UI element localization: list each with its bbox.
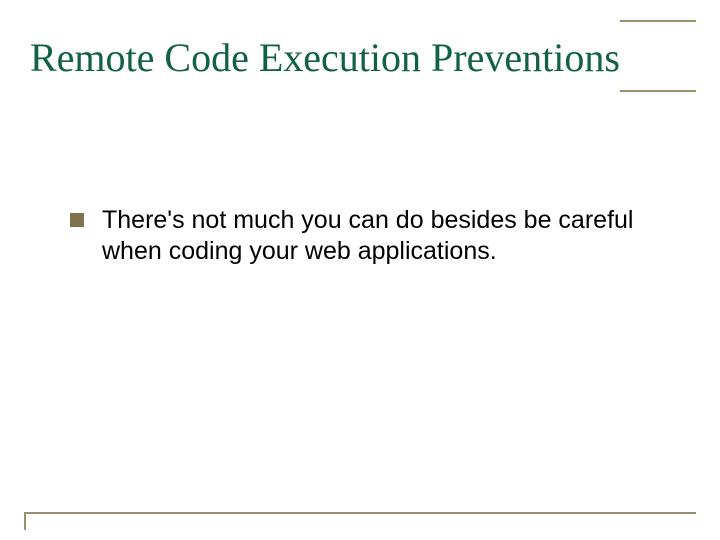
square-bullet-icon: [70, 213, 84, 227]
title-area: Remote Code Execution Preventions: [24, 20, 696, 95]
content-area: There's not much you can do besides be c…: [0, 205, 720, 268]
slide: Remote Code Execution Preventions There'…: [0, 0, 720, 540]
footer-border-left: [24, 514, 26, 530]
list-item: There's not much you can do besides be c…: [70, 205, 660, 268]
footer-border: [24, 512, 696, 514]
page-title: Remote Code Execution Preventions: [20, 20, 620, 95]
bullet-text: There's not much you can do besides be c…: [102, 205, 660, 268]
